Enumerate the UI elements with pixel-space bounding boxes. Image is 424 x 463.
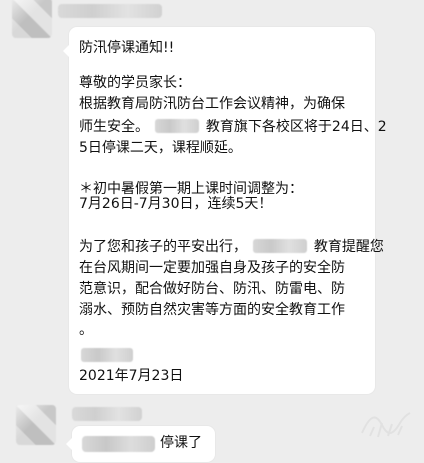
blurred-sender-name xyxy=(58,4,162,18)
blurred-name-line xyxy=(79,346,149,362)
message-text: 为了您和孩子的平安出行， xyxy=(79,239,247,255)
message-line: 溺水、预防自然灾害等方面的安全教育工作 xyxy=(79,302,345,318)
blurred-text xyxy=(81,348,133,362)
message-line: 为了您和孩子的平安出行， 教育提醒您 xyxy=(79,237,384,257)
chat-view: 防汛停课通知!! 尊敬的学员家长： 根据教育局防汛防台工作会议精神，为确保 师生… xyxy=(0,0,424,463)
message-line: 师生安全。 教育旗下各校区将于24日、2 xyxy=(79,117,387,137)
message-line: 根据教育局防汛防台工作会议精神，为确保 xyxy=(79,96,345,112)
message-date: 2021年7月23日 xyxy=(79,368,184,384)
top-avatar[interactable] xyxy=(12,0,52,38)
schedule-dates: 7月26日-7月30日，连续5天！ xyxy=(79,196,273,212)
blurred-reply-name xyxy=(82,436,155,452)
greeting-line: 尊敬的学员家长： xyxy=(79,75,191,91)
message-text: 师生安全。 xyxy=(79,119,149,135)
reply-text: 停课了 xyxy=(160,435,202,451)
notice-title: 防汛停课通知!! xyxy=(79,40,175,56)
message-line: 。 xyxy=(79,322,93,338)
message-line: 范意识，配合做好防台、防汛、防雷电、防 xyxy=(79,281,345,297)
blurred-sender-name xyxy=(72,407,142,421)
watermark-icon xyxy=(361,412,411,438)
bottom-avatar[interactable] xyxy=(16,405,56,445)
blurred-text xyxy=(155,119,200,133)
message-line: 5日停课二天，课程顺延。 xyxy=(79,140,242,156)
message-text: 教育提醒您 xyxy=(313,239,384,255)
blurred-text xyxy=(253,239,308,253)
message-text: 教育旗下各校区将于24日、2 xyxy=(205,119,387,135)
message-line: 在台风期间一定要加强自身及孩子的安全防 xyxy=(79,260,345,276)
